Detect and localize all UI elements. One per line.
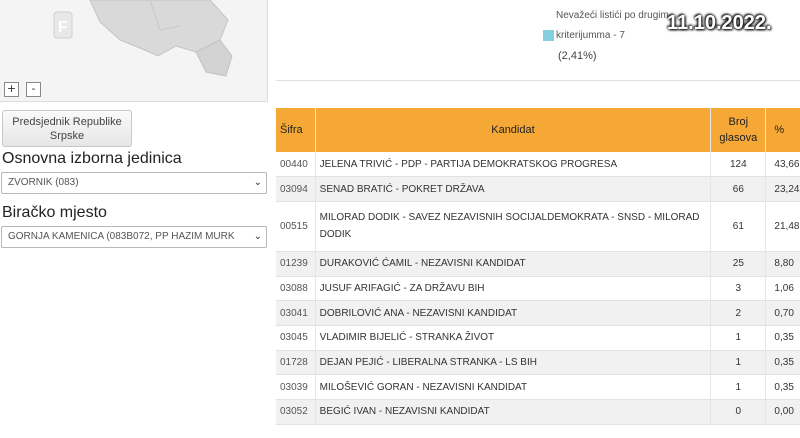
date-overlay: 11.10.2022. <box>667 12 772 34</box>
cell-votes: 2 <box>710 300 767 326</box>
table-row: 03045 VLADIMIR BIJELIĆ - STRANKA ŽIVOT 1 0,… <box>276 325 800 351</box>
table-row: 03041 DOBRILOVIĆ ANA - NEZAVISNI KANDIDAT… <box>276 300 800 326</box>
cell-candidate: JELENA TRIVIĆ - PDP - PARTIJA DEMOKRATSK… <box>315 152 712 178</box>
table-row: 00515 MILORAD DODIK - SAVEZ NEZAVISNIH SO… <box>276 201 800 252</box>
cell-code: 00440 <box>276 152 316 178</box>
cell-votes: 66 <box>710 176 767 202</box>
map-panel[interactable]: F + - <box>0 0 268 102</box>
table-row: 01239 DURAKOVIĆ ĆAMIL - NEZAVISNI KANDIDA… <box>276 251 800 277</box>
cell-code: 03052 <box>276 399 316 425</box>
table-row: 03039 MILOŠEVIĆ GORAN - NEZAVISNI KANDIDA… <box>276 374 800 400</box>
legend-item-label: kriterijumma - 7 <box>556 30 625 41</box>
cell-code: 03094 <box>276 176 316 202</box>
header-candidate[interactable]: Kandidat <box>315 108 712 152</box>
header-votes[interactable]: Broj glasova <box>710 108 767 152</box>
cell-votes: 1 <box>710 374 767 400</box>
electoral-unit-value: ZVORNIK (083) <box>8 177 79 188</box>
cell-code: 03041 <box>276 300 316 326</box>
cell-percent: 0,70 <box>765 300 800 326</box>
chevron-down-icon: ⌄ <box>250 173 262 193</box>
cell-votes: 1 <box>710 325 767 351</box>
cell-code: 03045 <box>276 325 316 351</box>
cell-percent: 1,06 <box>765 276 800 302</box>
legend-percent: (2,41%) <box>558 50 597 62</box>
cell-percent: 0,35 <box>765 325 800 351</box>
header-code[interactable]: Šifra <box>276 108 316 152</box>
cell-candidate: MILOŠEVIĆ GORAN - NEZAVISNI KANDIDAT <box>315 374 712 400</box>
table-row: 03094 SENAD BRATIĆ - POKRET DRŽAVA 66 23,24 <box>276 176 800 202</box>
cell-candidate: DOBRILOVIĆ ANA - NEZAVISNI KANDIDAT <box>315 300 712 326</box>
cell-candidate: DURAKOVIĆ ĆAMIL - NEZAVISNI KANDIDAT <box>315 251 712 277</box>
cell-code: 00515 <box>276 201 316 252</box>
polling-station-value: GORNJA KAMENICA (083B072, PP HAZIM MURK <box>8 231 235 242</box>
legend-item: kriterijumma - 7 <box>543 30 625 41</box>
cell-votes: 1 <box>710 350 767 376</box>
cell-percent: 21,48 <box>765 201 800 252</box>
cell-percent: 8,80 <box>765 251 800 277</box>
tab-label-line2: Srpske <box>49 130 85 142</box>
legend-swatch <box>543 30 554 41</box>
header-votes-line2: glasova <box>719 132 758 144</box>
zoom-out-button[interactable]: - <box>26 82 41 97</box>
cell-candidate: VLADIMIR BIJELIĆ - STRANKA ŽIVOT <box>315 325 712 351</box>
table-row: 01728 DEJAN PEJIĆ - LIBERALNA STRANKA - L… <box>276 350 800 376</box>
cell-code: 01728 <box>276 350 316 376</box>
cell-votes: 124 <box>710 152 767 178</box>
tab-label-line1: Predsjednik Republike <box>12 116 122 128</box>
cell-candidate: SENAD BRATIĆ - POKRET DRŽAVA <box>315 176 712 202</box>
electoral-unit-label: Osnovna izborna jedinica <box>2 150 182 167</box>
header-percent[interactable]: % <box>765 108 800 152</box>
cell-votes: 3 <box>710 276 767 302</box>
header-votes-line1: Broj <box>728 116 749 128</box>
cell-code: 03039 <box>276 374 316 400</box>
results-table: Šifra Kandidat Broj glasova % 00440 JELEN… <box>276 108 800 425</box>
map-logo: F <box>58 19 68 36</box>
cell-percent: 43,66 <box>765 152 800 178</box>
chevron-down-icon: ⌄ <box>250 227 262 247</box>
cell-code: 03088 <box>276 276 316 302</box>
president-rs-tab-button[interactable]: Predsjednik Republike Srpske <box>2 110 132 147</box>
cell-percent: 0,35 <box>765 350 800 376</box>
divider <box>276 80 800 81</box>
cell-votes: 0 <box>710 399 767 425</box>
cell-code: 01239 <box>276 251 316 277</box>
table-row: 00440 JELENA TRIVIĆ - PDP - PARTIJA DEMOK… <box>276 152 800 178</box>
cell-percent: 23,24 <box>765 176 800 202</box>
table-row: 03052 BEGIĆ IVAN - NEZAVISNI KANDIDAT 0 0,0… <box>276 399 800 425</box>
table-row: 03088 JUSUF ARIFAGIĆ - ZA DRŽAVU BIH 3 1,06 <box>276 276 800 302</box>
table-header-row: Šifra Kandidat Broj glasova % <box>276 108 800 152</box>
cell-percent: 0,35 <box>765 374 800 400</box>
cell-candidate: BEGIĆ IVAN - NEZAVISNI KANDIDAT <box>315 399 712 425</box>
cell-candidate: MILORAD DODIK - SAVEZ NEZAVISNIH SOCIJAL… <box>315 201 712 252</box>
zoom-in-button[interactable]: + <box>4 82 19 97</box>
cell-percent: 0,00 <box>765 399 800 425</box>
polling-station-select[interactable]: GORNJA KAMENICA (083B072, PP HAZIM MURK … <box>1 226 267 248</box>
cell-candidate: DEJAN PEJIĆ - LIBERALNA STRANKA - LS BIH <box>315 350 712 376</box>
cell-candidate: JUSUF ARIFAGIĆ - ZA DRŽAVU BIH <box>315 276 712 302</box>
polling-station-label: Biračko mjesto <box>2 204 107 221</box>
electoral-unit-select[interactable]: ZVORNIK (083) ⌄ <box>1 172 267 194</box>
legend-title: Nevažeći listići po drugim <box>556 10 669 21</box>
cell-votes: 61 <box>710 201 767 252</box>
cell-votes: 25 <box>710 251 767 277</box>
